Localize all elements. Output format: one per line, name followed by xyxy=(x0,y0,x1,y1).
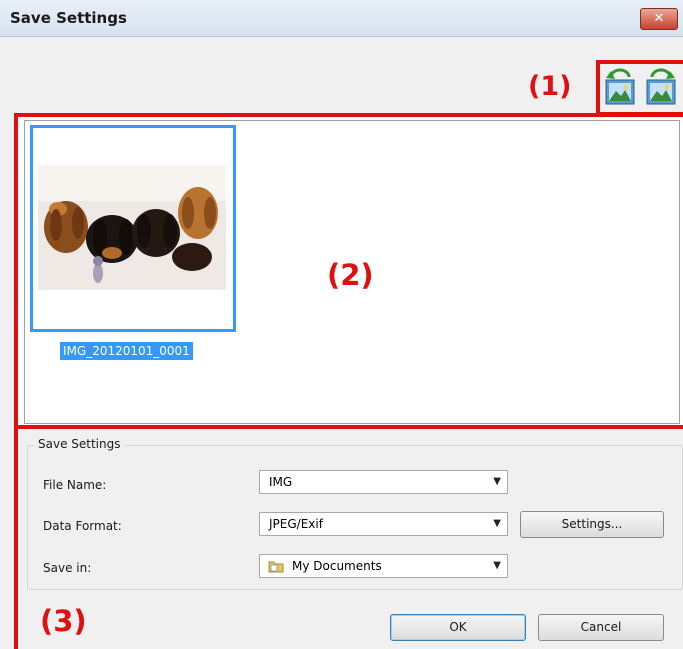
data-format-select[interactable]: JPEG/Exif ▼ xyxy=(259,512,508,536)
title-bar: Save Settings ✕ xyxy=(0,0,683,37)
data-format-value: JPEG/Exif xyxy=(269,517,323,531)
file-name-label: File Name: xyxy=(43,478,107,492)
save-in-select[interactable]: My Documents ▼ xyxy=(259,554,508,578)
save-settings-dialog: Save Settings ✕ (1) IMG_20120101_0001 (2… xyxy=(0,0,683,649)
data-format-label: Data Format: xyxy=(43,519,122,533)
callout-2: (2) xyxy=(327,258,374,292)
callout-1: (1) xyxy=(528,71,572,102)
close-button[interactable]: ✕ xyxy=(640,8,678,30)
rotate-right-button[interactable] xyxy=(643,66,679,108)
settings-button[interactable]: Settings... xyxy=(520,511,664,538)
chevron-down-icon[interactable]: ▼ xyxy=(493,555,501,577)
folder-icon xyxy=(268,561,284,573)
rotate-left-icon xyxy=(605,68,635,105)
ok-button[interactable]: OK xyxy=(390,614,526,641)
thumbnail-image xyxy=(38,165,226,290)
save-settings-group-title: Save Settings xyxy=(34,437,125,451)
save-in-label: Save in: xyxy=(43,561,92,575)
thumbnail-filename[interactable]: IMG_20120101_0001 xyxy=(60,342,193,360)
rotate-right-icon xyxy=(646,68,676,105)
callout-3: (3) xyxy=(40,604,87,638)
save-in-value: My Documents xyxy=(292,559,382,573)
chevron-down-icon[interactable]: ▼ xyxy=(493,513,501,535)
cancel-button[interactable]: Cancel xyxy=(538,614,664,641)
file-name-combobox[interactable]: IMG ▼ xyxy=(259,470,508,494)
chevron-down-icon[interactable]: ▼ xyxy=(493,471,501,493)
rotate-left-button[interactable] xyxy=(602,66,638,108)
window-title: Save Settings xyxy=(10,9,127,27)
file-name-value: IMG xyxy=(269,475,293,489)
